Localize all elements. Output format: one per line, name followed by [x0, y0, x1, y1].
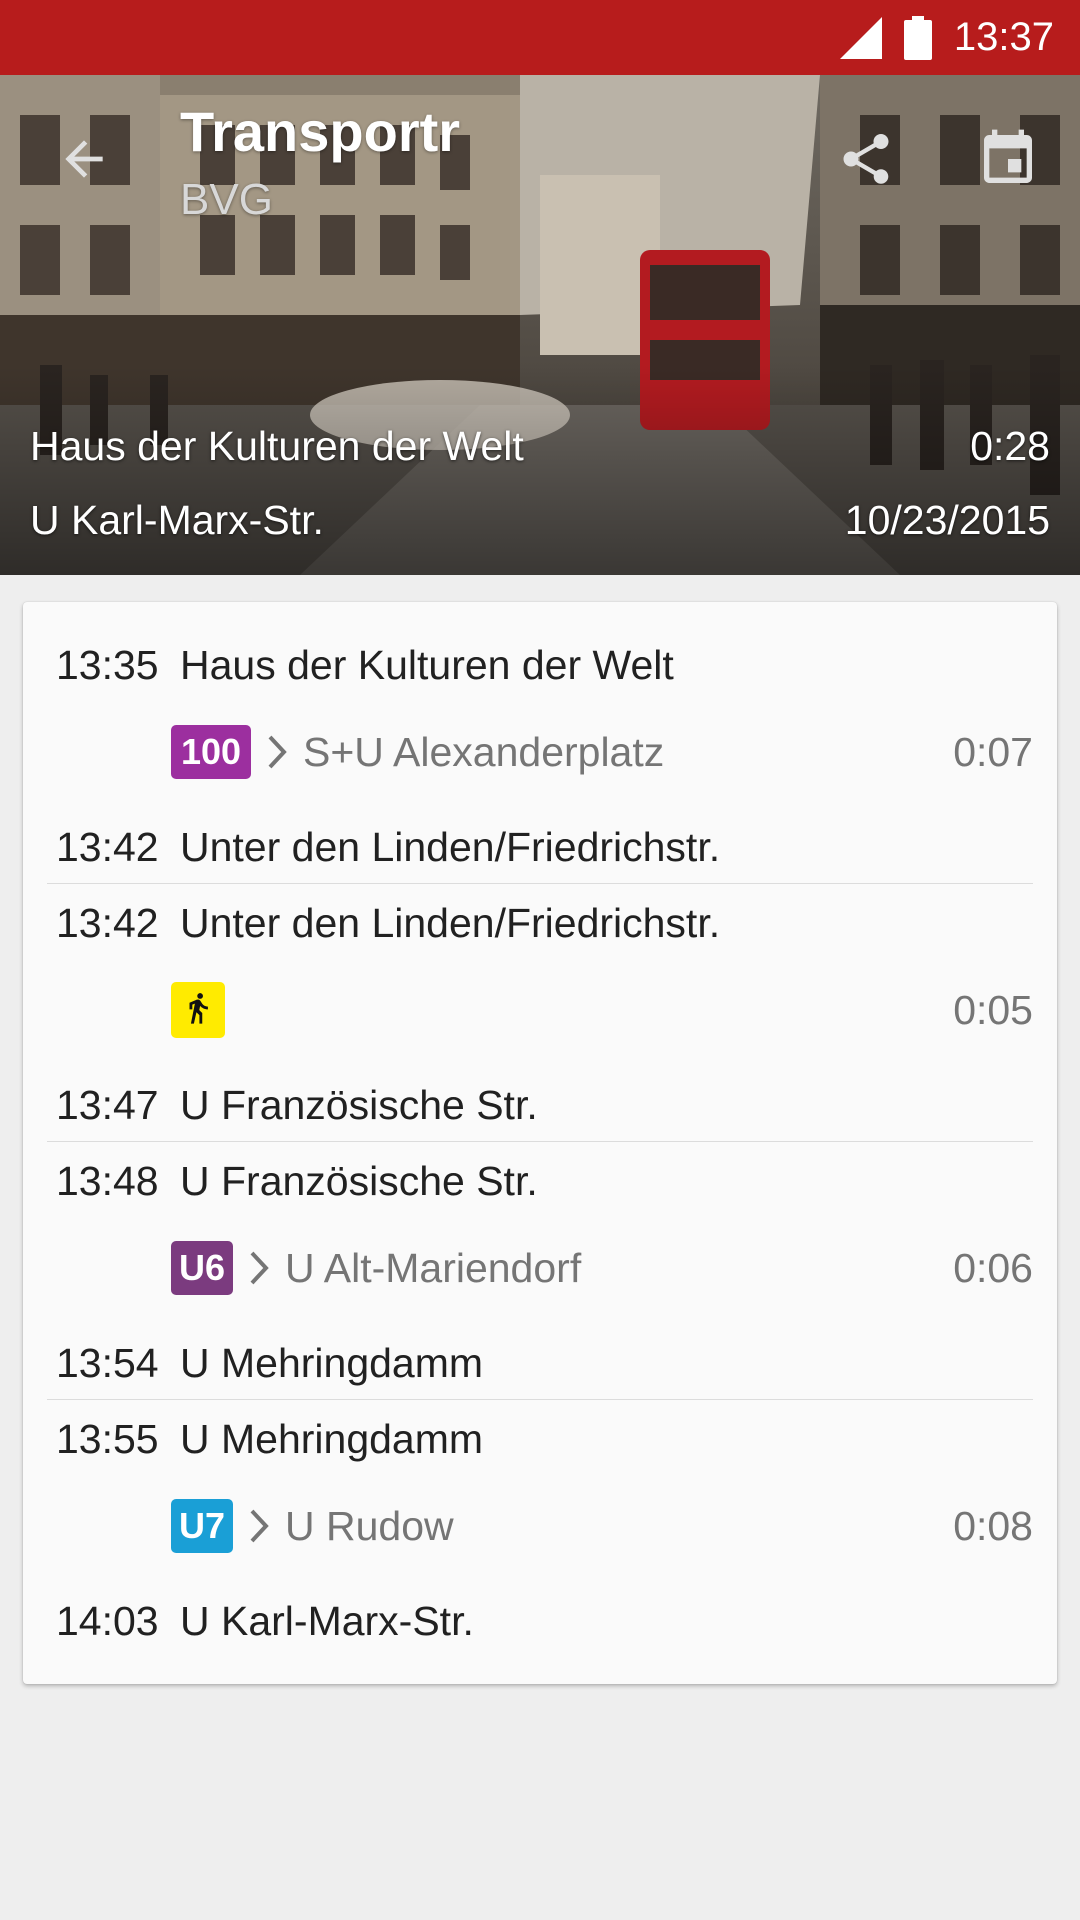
arrival-time: 13:47 — [56, 1082, 159, 1128]
share-icon — [836, 129, 896, 194]
departure-time: 13:55 — [56, 1416, 159, 1462]
trip-summary-origin-row: Haus der Kulturen der Welt 0:28 — [30, 423, 1050, 470]
leg-2-transport[interactable]: 0:05 — [171, 980, 1033, 1040]
arrival-time: 14:03 — [56, 1598, 159, 1644]
leg-divider — [47, 1141, 1033, 1142]
departure-stop: Haus der Kulturen der Welt — [180, 642, 674, 688]
trip-destination: U Karl-Marx-Str. — [30, 497, 324, 543]
add-to-calendar-button[interactable] — [960, 113, 1056, 209]
arrival-stop: U Mehringdamm — [180, 1340, 484, 1386]
trip-details-card: 13:35 Haus der Kulturen der Welt 100 S+U… — [23, 602, 1057, 1684]
calendar-icon — [976, 127, 1040, 196]
share-button[interactable] — [818, 113, 914, 209]
trip-duration: 0:28 — [970, 423, 1050, 469]
chevron-right-icon — [249, 1508, 271, 1544]
leg-1-transport[interactable]: 100 S+U Alexanderplatz 0:07 — [171, 722, 1033, 782]
leg-2-arrival[interactable]: 13:47 U Französische Str. — [56, 1082, 538, 1129]
arrival-stop: Unter den Linden/Friedrichstr. — [180, 824, 721, 870]
leg-duration: 0:07 — [953, 728, 1033, 775]
leg-4-transport[interactable]: U7 U Rudow 0:08 — [171, 1496, 1033, 1556]
trip-summary-destination-row: U Karl-Marx-Str. 10/23/2015 — [30, 497, 1050, 544]
departure-time: 13:48 — [56, 1158, 159, 1204]
chevron-right-icon — [249, 1250, 271, 1286]
signal-icon — [839, 16, 882, 59]
departure-stop: U Französische Str. — [180, 1158, 538, 1204]
leg-divider — [47, 883, 1033, 884]
leg-1-departure[interactable]: 13:35 Haus der Kulturen der Welt — [56, 642, 674, 689]
line-direction: U Alt-Mariendorf — [285, 1244, 582, 1291]
leg-duration: 0:06 — [953, 1244, 1033, 1291]
leg-3-arrival[interactable]: 13:54 U Mehringdamm — [56, 1340, 483, 1387]
trip-header: Transportr BVG Haus der Kulturen der Wel… — [0, 75, 1080, 575]
line-direction: S+U Alexanderplatz — [303, 728, 665, 775]
leg-duration: 0:08 — [953, 1502, 1033, 1549]
line-badge: U7 — [171, 1499, 233, 1553]
network-subtitle: BVG — [180, 175, 273, 224]
leg-duration: 0:05 — [953, 986, 1033, 1033]
arrow-back-icon — [56, 131, 112, 192]
arrival-time: 13:42 — [56, 824, 159, 870]
arrival-stop: U Karl-Marx-Str. — [180, 1598, 474, 1644]
departure-stop: Unter den Linden/Friedrichstr. — [180, 900, 721, 946]
departure-time: 13:35 — [56, 642, 159, 688]
leg-3-departure[interactable]: 13:48 U Französische Str. — [56, 1158, 538, 1205]
arrival-stop: U Französische Str. — [180, 1082, 538, 1128]
arrival-time: 13:54 — [56, 1340, 159, 1386]
app-title: Transportr — [180, 100, 461, 163]
line-badge: U6 — [171, 1241, 233, 1295]
leg-1-arrival[interactable]: 13:42 Unter den Linden/Friedrichstr. — [56, 824, 720, 871]
walk-icon — [181, 986, 215, 1035]
status-time: 13:37 — [953, 15, 1054, 59]
battery-icon — [903, 15, 932, 60]
back-button[interactable] — [36, 113, 132, 209]
departure-time: 13:42 — [56, 900, 159, 946]
leg-4-departure[interactable]: 13:55 U Mehringdamm — [56, 1416, 483, 1463]
leg-divider — [47, 1399, 1033, 1400]
leg-2-departure[interactable]: 13:42 Unter den Linden/Friedrichstr. — [56, 900, 720, 947]
leg-4-arrival[interactable]: 14:03 U Karl-Marx-Str. — [56, 1598, 474, 1645]
trip-origin: Haus der Kulturen der Welt — [30, 423, 524, 469]
line-badge: 100 — [171, 725, 251, 779]
line-direction: U Rudow — [285, 1502, 454, 1549]
status-bar: 13:37 — [0, 0, 1080, 75]
leg-3-transport[interactable]: U6 U Alt-Mariendorf 0:06 — [171, 1238, 1033, 1298]
walk-badge — [171, 982, 225, 1038]
chevron-right-icon — [267, 734, 289, 770]
departure-stop: U Mehringdamm — [180, 1416, 484, 1462]
trip-date: 10/23/2015 — [844, 497, 1050, 543]
